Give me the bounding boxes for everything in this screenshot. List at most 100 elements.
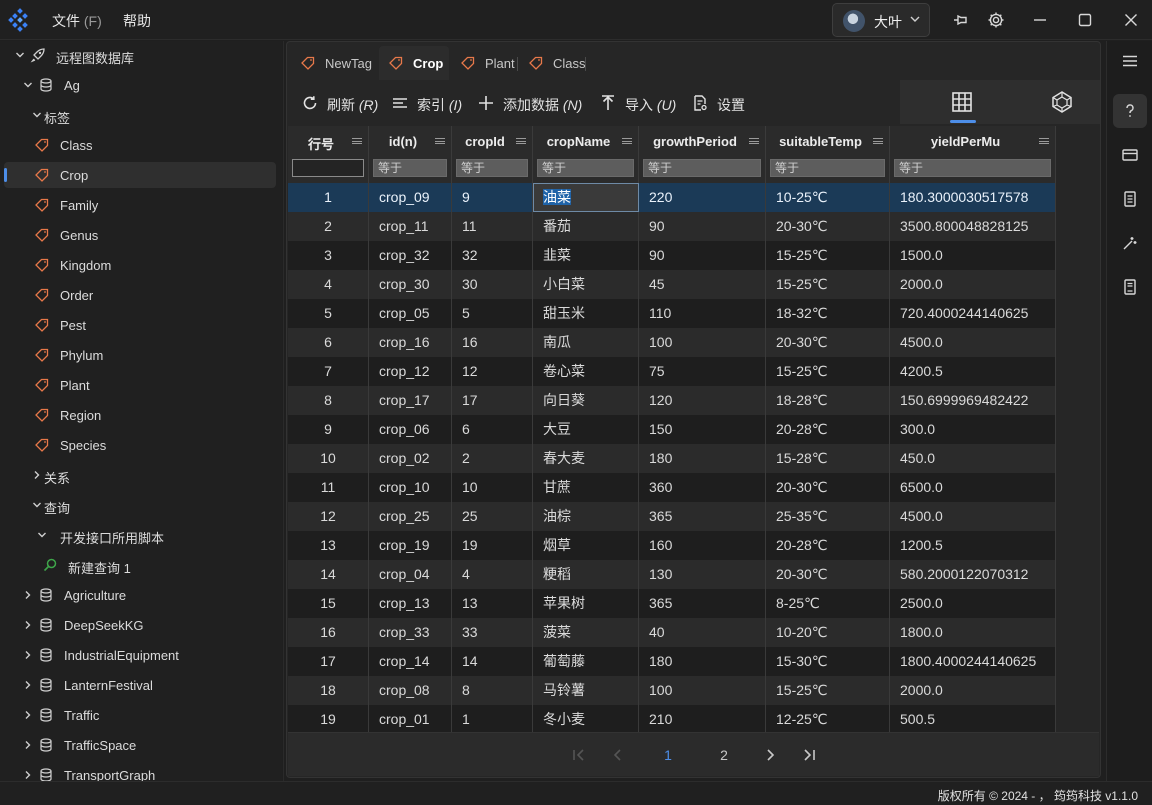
table-cell[interactable]: 12 [452,357,533,386]
close-icon[interactable] [1121,10,1141,30]
table-cell[interactable]: 120 [639,386,766,415]
index-button[interactable]: 索引 (I) [391,86,462,120]
column-header[interactable]: growthPeriod [639,126,766,156]
table-row[interactable]: 10 crop_02 2 春大麦 180 15-28℃ 450.0 [288,444,1056,473]
tree-item-genus[interactable]: Genus [4,222,276,248]
pin-icon[interactable] [951,10,971,30]
table-cell[interactable]: 14 [452,647,533,676]
column-header[interactable]: cropName [533,126,639,156]
table-cell[interactable]: 365 [639,589,766,618]
table-cell[interactable]: 粳稻 [533,560,639,589]
table-cell[interactable]: 360 [639,473,766,502]
table-cell[interactable]: 大豆 [533,415,639,444]
table-row[interactable]: 14 crop_04 4 粳稻 130 20-30℃ 580.2000122070312 [288,560,1056,589]
table-cell[interactable]: 冬小麦 [533,705,639,732]
table-cell[interactable]: 向日葵 [533,386,639,415]
table-cell[interactable]: 2 [452,444,533,473]
column-header[interactable]: suitableTemp [766,126,890,156]
sidebar-splitter[interactable] [283,41,284,781]
prev-page-icon[interactable] [608,745,628,765]
table-cell[interactable]: 450.0 [890,444,1056,473]
tree-item-transportgraph[interactable]: TransportGraph [4,762,276,781]
tab-class[interactable]: Class [519,46,586,80]
table-view-icon[interactable] [950,90,974,114]
table-cell[interactable]: 180 [639,647,766,676]
table-row[interactable]: 8 crop_17 17 向日葵 120 18-28℃ 150.6999969482422 [288,386,1056,415]
table-cell[interactable]: 卷心菜 [533,357,639,386]
table-cell[interactable]: 20-28℃ [766,415,890,444]
table-cell[interactable]: 1800.0 [890,618,1056,647]
table-cell[interactable]: 17 [452,386,533,415]
tab-newtag[interactable]: NewTag [291,46,377,80]
table-cell[interactable]: 500.5 [890,705,1056,732]
tree-item-pest[interactable]: Pest [4,312,276,338]
tree-item-class[interactable]: Class [4,132,276,158]
table-cell[interactable]: 8-25℃ [766,589,890,618]
table-cell[interactable]: 油菜 [533,183,639,212]
table-cell[interactable]: crop_19 [369,531,452,560]
tree-item[interactable]: 开发接口所用脚本 [4,522,276,548]
table-cell[interactable]: 8 [452,676,533,705]
table-cell[interactable]: 130 [639,560,766,589]
column-header[interactable]: id(n) [369,126,452,156]
tree-item-ag[interactable]: Ag [4,72,276,98]
add-data-button[interactable]: 添加数据 (N) [477,86,587,120]
chevron-right-icon[interactable] [23,770,33,780]
chevron-right-icon[interactable] [23,590,33,600]
tree-item-phylum[interactable]: Phylum [4,342,276,368]
column-header[interactable]: 行号 [288,126,369,156]
table-cell[interactable]: 马铃薯 [533,676,639,705]
table-row[interactable]: 5 crop_05 5 甜玉米 110 18-32℃ 720.4000244140625 [288,299,1056,328]
column-menu-icon[interactable] [873,138,883,144]
table-cell[interactable]: 4500.0 [890,502,1056,531]
table-cell[interactable]: 葡萄藤 [533,647,639,676]
column-filter-input[interactable]: 等于 [537,159,634,177]
table-cell[interactable]: 75 [639,357,766,386]
chevron-down-icon[interactable] [23,80,33,90]
table-cell[interactable]: 180.3000030517578 [890,183,1056,212]
settings-button[interactable]: 设置 [691,86,751,120]
tree-item-family[interactable]: Family [4,192,276,218]
chevron-down-icon[interactable] [15,50,25,60]
table-cell[interactable]: 10-25℃ [766,183,890,212]
table-cell[interactable]: 100 [639,676,766,705]
table-cell[interactable]: 32 [452,241,533,270]
tree-item-order[interactable]: Order [4,282,276,308]
table-cell[interactable]: 春大麦 [533,444,639,473]
table-cell[interactable]: 4200.5 [890,357,1056,386]
tree-item[interactable]: 标签 [4,102,276,128]
column-filter-input[interactable] [292,159,364,177]
table-cell[interactable]: 2000.0 [890,676,1056,705]
table-cell[interactable]: 15-30℃ [766,647,890,676]
table-row[interactable]: 1 crop_09 9 油菜 220 10-25℃ 180.3000030517578 [288,183,1056,212]
table-cell[interactable]: 6 [452,415,533,444]
tree-item-species[interactable]: Species [4,432,276,458]
refresh-button[interactable]: 刷新 (R) [301,86,381,120]
table-cell[interactable]: 16 [452,328,533,357]
table-row[interactable]: 4 crop_30 30 小白菜 45 15-25℃ 2000.0 [288,270,1056,299]
table-cell[interactable]: 580.2000122070312 [890,560,1056,589]
table-cell[interactable]: 300.0 [890,415,1056,444]
column-filter-input[interactable]: 等于 [456,159,528,177]
table-cell[interactable]: 365 [639,502,766,531]
table-row[interactable]: 11 crop_10 10 甘蔗 360 20-30℃ 6500.0 [288,473,1056,502]
table-cell[interactable]: crop_01 [369,705,452,732]
chevron-right-icon[interactable] [23,740,33,750]
card-button[interactable] [1113,138,1147,172]
table-cell[interactable]: 15-25℃ [766,676,890,705]
table-cell[interactable]: crop_04 [369,560,452,589]
table-cell[interactable]: 11 [452,212,533,241]
table-cell[interactable]: 4500.0 [890,328,1056,357]
table-cell[interactable]: 甜玉米 [533,299,639,328]
table-cell[interactable]: 3500.800048828125 [890,212,1056,241]
column-menu-icon[interactable] [516,138,526,144]
column-filter-input[interactable]: 等于 [643,159,761,177]
table-row[interactable]: 3 crop_32 32 韭菜 90 15-25℃ 1500.0 [288,241,1056,270]
first-page-icon[interactable] [568,745,588,765]
table-cell[interactable]: 甘蔗 [533,473,639,502]
table-cell[interactable]: 4 [452,560,533,589]
table-cell[interactable]: 15-25℃ [766,241,890,270]
table-row[interactable]: 12 crop_25 25 油棕 365 25-35℃ 4500.0 [288,502,1056,531]
chevron-right-icon[interactable] [23,710,33,720]
table-row[interactable]: 16 crop_33 33 菠菜 40 10-20℃ 1800.0 [288,618,1056,647]
